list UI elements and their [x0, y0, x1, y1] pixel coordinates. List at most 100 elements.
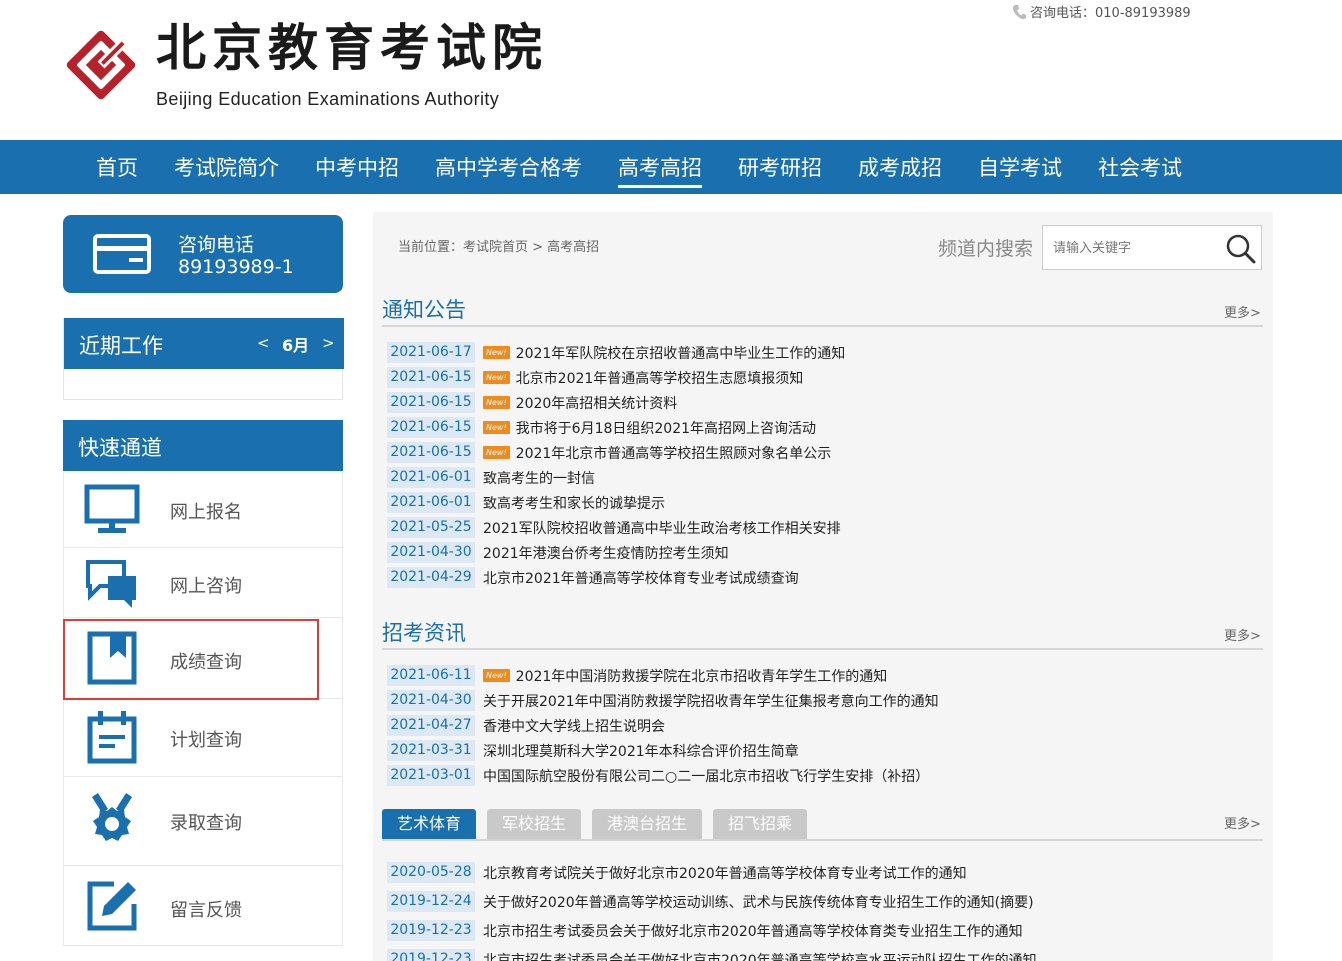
- news-item[interactable]: 2021-05-25 2021军队院校招收普通高中毕业生政治考核工作相关安排: [387, 515, 845, 540]
- quick-item-online-registration[interactable]: 网上报名: [63, 471, 343, 548]
- news-title-link[interactable]: 致高考生的一封信: [483, 468, 595, 488]
- news-item[interactable]: 2019-12-23 北京市招生考试委员会关于做好北京市2020年普通高等学校高水…: [387, 945, 1037, 961]
- admissions-title: 招考资讯: [382, 621, 466, 645]
- admissions-list: 2021-06-11 New! 2021年中国消防救援学院在北京市招收青年学生工作的…: [387, 663, 939, 788]
- tab-military-school[interactable]: 军校招生: [487, 809, 582, 839]
- tab-art-sports[interactable]: 艺术体育: [382, 809, 477, 839]
- tab-hk-macao-taiwan[interactable]: 港澳台招生: [592, 809, 703, 839]
- news-item[interactable]: 2021-06-15 New! 2021年北京市普通高等学校招生照顾对象名单公示: [387, 440, 845, 465]
- news-item[interactable]: 2021-06-15 New! 2020年高招相关统计资料: [387, 390, 845, 415]
- quick-item-online-consult[interactable]: 网上咨询: [63, 548, 343, 618]
- news-date: 2021-04-27: [387, 715, 475, 736]
- search-box: [1042, 225, 1262, 270]
- news-item[interactable]: 2021-04-30 关于开展2021年中国消防救援学院招收青年学生征集报考意向工…: [387, 688, 939, 713]
- news-item[interactable]: 2021-04-30 2021年港澳台侨考生疫情防控考生须知: [387, 540, 845, 565]
- news-item[interactable]: 2019-12-23 北京市招生考试委员会关于做好北京市2020年普通高等学校体育…: [387, 916, 1037, 945]
- news-date: 2021-06-01: [387, 492, 475, 513]
- notices-more-link[interactable]: 更多>: [1224, 302, 1261, 321]
- news-item[interactable]: 2021-04-29 北京市2021年普通高等学校体育专业考试成绩查询: [387, 565, 845, 590]
- consult-phone-card[interactable]: 咨询电话 89193989-1: [63, 215, 343, 293]
- logo-english-name: Beijing Education Examinations Authority: [156, 89, 500, 109]
- news-date: 2021-04-30: [387, 542, 475, 563]
- news-item[interactable]: 2021-06-11 New! 2021年中国消防救援学院在北京市招收青年学生工作的…: [387, 663, 939, 688]
- news-title-link[interactable]: 关于开展2021年中国消防救援学院招收青年学生征集报考意向工作的通知: [483, 691, 939, 711]
- quick-item-admission-query[interactable]: 录取查询: [63, 777, 343, 866]
- news-item[interactable]: 2021-06-01 致高考考生和家长的诚挚提示: [387, 490, 845, 515]
- news-item[interactable]: 2021-06-17 New! 2021年军队院校在京招收普通高中毕业生工作的通知: [387, 340, 845, 365]
- news-date: 2021-06-15: [387, 392, 475, 413]
- news-title-link[interactable]: 我市将于6月18日组织2021年高招网上咨询活动: [516, 418, 816, 438]
- news-item[interactable]: 2021-03-31 深圳北理莫斯科大学2021年本科综合评价招生简章: [387, 738, 939, 763]
- consult-phone-label: 咨询电话: [178, 234, 255, 256]
- admissions-more-link[interactable]: 更多>: [1224, 625, 1261, 644]
- notices-list: 2021-06-17 New! 2021年军队院校在京招收普通高中毕业生工作的通知 2…: [387, 340, 845, 590]
- news-title-link[interactable]: 2021年北京市普通高等学校招生照顾对象名单公示: [516, 443, 832, 463]
- quick-item-label: 网上报名: [170, 502, 242, 523]
- news-title-link[interactable]: 关于做好2020年普通高等学校运动训练、武术与民族传统体育专业招生工作的通知(摘…: [483, 892, 1034, 912]
- nav-item-about[interactable]: 考试院简介: [156, 140, 297, 194]
- logo-icon[interactable]: [62, 26, 140, 104]
- news-title-link[interactable]: 2020年高招相关统计资料: [516, 393, 678, 413]
- news-title-link[interactable]: 中国国际航空股份有限公司二○二一届北京市招收飞行学生安排（补招）: [483, 766, 929, 786]
- section-divider: [382, 325, 1263, 327]
- edit-icon: [87, 881, 137, 931]
- nav-item-home[interactable]: 首页: [78, 140, 156, 194]
- tabs-more-link[interactable]: 更多>: [1224, 813, 1261, 832]
- news-title-link[interactable]: 2021军队院校招收普通高中毕业生政治考核工作相关安排: [483, 518, 841, 538]
- news-date: 2021-04-30: [387, 690, 475, 711]
- news-title-link[interactable]: 北京市招生考试委员会关于做好北京市2020年普通高等学校体育类专业招生工作的通知: [483, 921, 1023, 941]
- section-divider: [382, 648, 1263, 650]
- search-icon[interactable]: [1225, 233, 1257, 265]
- news-item[interactable]: 2021-06-15 New! 我市将于6月18日组织2021年高招网上咨询活动: [387, 415, 845, 440]
- news-title-link[interactable]: 2021年军队院校在京招收普通高中毕业生工作的通知: [516, 343, 846, 363]
- prev-month-button[interactable]: <: [257, 334, 270, 352]
- news-title-link[interactable]: 深圳北理莫斯科大学2021年本科综合评价招生简章: [483, 741, 799, 761]
- section-divider: [382, 839, 1263, 841]
- news-title-link[interactable]: 2021年港澳台侨考生疫情防控考生须知: [483, 543, 729, 563]
- news-item[interactable]: 2020-05-28 北京教育考试院关于做好北京市2020年普通高等学校体育专业考…: [387, 858, 1037, 887]
- nav-item-chengkao[interactable]: 成考成招: [840, 140, 960, 194]
- nav-item-shehui[interactable]: 社会考试: [1080, 140, 1200, 194]
- new-badge: New!: [483, 669, 510, 682]
- site-header: 北京教育考试院 Beijing Education Examinations A…: [0, 0, 1342, 140]
- current-month: 6月: [282, 336, 310, 355]
- news-item[interactable]: 2019-12-24 关于做好2020年普通高等学校运动训练、武术与民族传统体育专…: [387, 887, 1037, 916]
- quick-access-title: 快速通道: [78, 436, 162, 460]
- next-month-button[interactable]: >: [322, 334, 335, 352]
- hotline-text: 咨询电话：010-89193989: [1030, 6, 1191, 21]
- nav-item-xuekao[interactable]: 高中学考合格考: [417, 140, 600, 194]
- news-title-link[interactable]: 致高考考生和家长的诚挚提示: [483, 493, 665, 513]
- nav-item-zixue[interactable]: 自学考试: [960, 140, 1080, 194]
- quick-item-plan-query[interactable]: 计划查询: [63, 699, 343, 777]
- category-tabs: 艺术体育 军校招生 港澳台招生 招飞招乘: [382, 809, 808, 839]
- tab-pilot-recruit[interactable]: 招飞招乘: [713, 809, 808, 839]
- quick-item-label: 录取查询: [170, 813, 242, 834]
- news-date: 2019-12-23: [387, 920, 475, 941]
- search-input[interactable]: [1053, 238, 1213, 258]
- news-item[interactable]: 2021-03-01 中国国际航空股份有限公司二○二一届北京市招收飞行学生安排（补…: [387, 763, 939, 788]
- news-title-link[interactable]: 北京市2021年普通高等学校体育专业考试成绩查询: [483, 568, 799, 588]
- news-date: 2021-04-29: [387, 567, 475, 588]
- news-title-link[interactable]: 北京市2021年普通高等学校招生志愿填报须知: [516, 368, 804, 388]
- quick-item-label: 计划查询: [170, 730, 242, 751]
- news-date: 2019-12-23: [387, 949, 475, 961]
- nav-list: 首页 考试院简介 中考中招 高中学考合格考 高考高招 研考研招 成考成招 自学考…: [78, 140, 1200, 194]
- new-badge: New!: [483, 421, 510, 434]
- nav-item-gaokao[interactable]: 高考高招: [600, 140, 720, 194]
- news-title-link[interactable]: 2021年中国消防救援学院在北京市招收青年学生工作的通知: [516, 666, 888, 686]
- main-content: 当前位置：考试院首页 > 高考高招 频道内搜索 通知公告 更多> 2021-06…: [373, 212, 1273, 961]
- news-item[interactable]: 2021-04-27 香港中文大学线上招生说明会: [387, 713, 939, 738]
- new-badge: New!: [483, 396, 510, 409]
- quick-item-label: 网上咨询: [170, 576, 242, 597]
- nav-item-yankao[interactable]: 研考研招: [720, 140, 840, 194]
- news-date: 2021-06-17: [387, 342, 475, 363]
- news-item[interactable]: 2021-06-01 致高考生的一封信: [387, 465, 845, 490]
- news-title-link[interactable]: 北京市招生考试委员会关于做好北京市2020年普通高等学校高水平运动队招生工作的通…: [483, 950, 1037, 961]
- news-item[interactable]: 2021-06-15 New! 北京市2021年普通高等学校招生志愿填报须知: [387, 365, 845, 390]
- news-title-link[interactable]: 北京教育考试院关于做好北京市2020年普通高等学校体育专业考试工作的通知: [483, 863, 967, 883]
- news-date: 2021-05-25: [387, 517, 475, 538]
- nav-item-zhongkao[interactable]: 中考中招: [297, 140, 417, 194]
- breadcrumb: 当前位置：考试院首页 > 高考高招: [398, 240, 600, 255]
- quick-item-feedback[interactable]: 留言反馈: [63, 866, 343, 946]
- news-title-link[interactable]: 香港中文大学线上招生说明会: [483, 716, 665, 736]
